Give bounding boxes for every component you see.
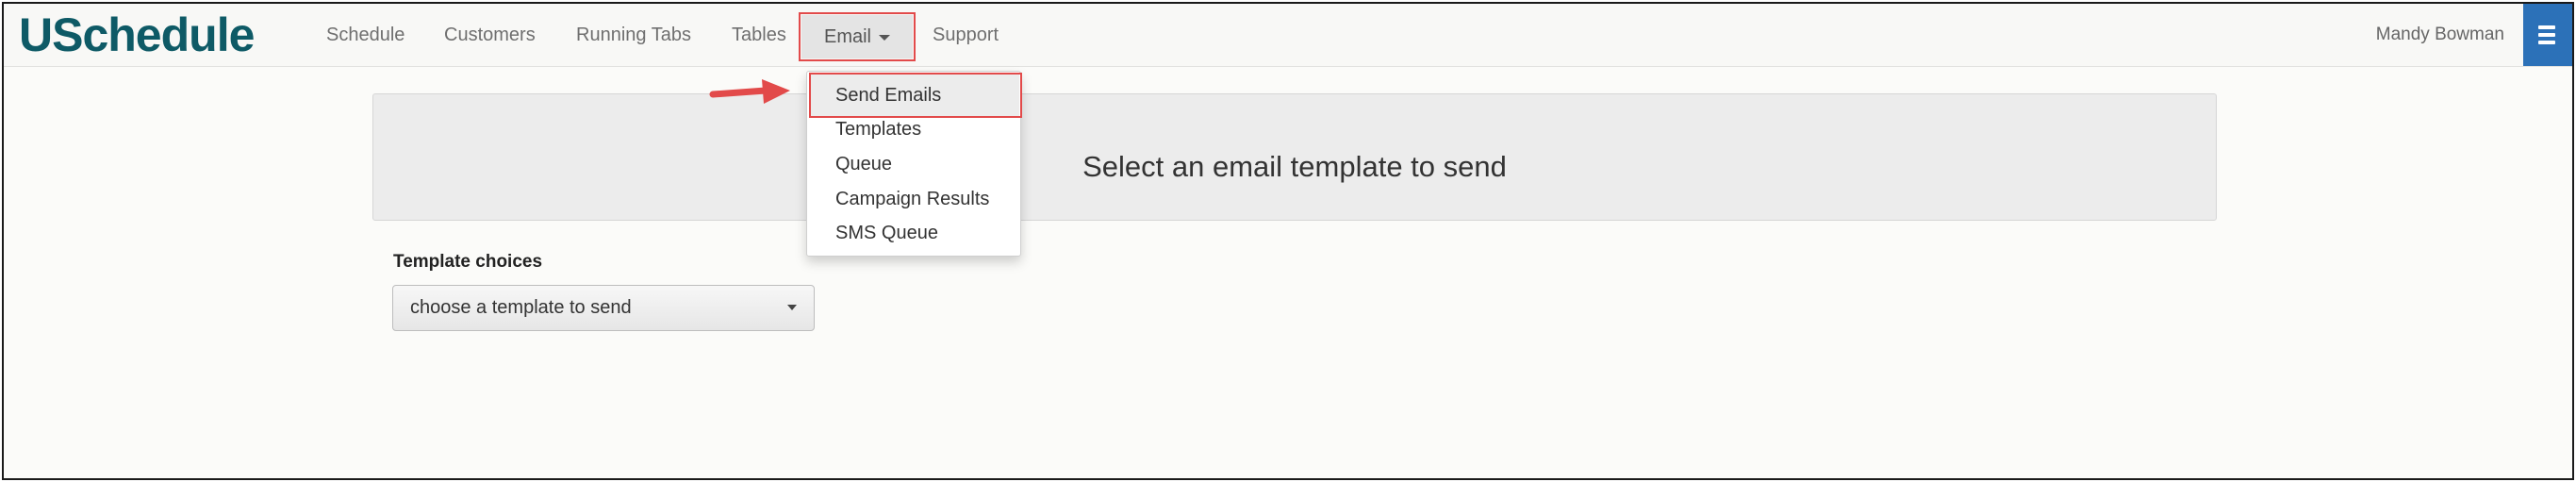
template-select[interactable]: choose a template to send xyxy=(392,285,815,331)
nav-email-label: Email xyxy=(823,26,871,47)
menu-item-campaign-results[interactable]: Campaign Results xyxy=(835,182,989,216)
nav-email-dropdown[interactable]: Email xyxy=(801,15,913,58)
menu-toggle-button[interactable] xyxy=(2523,4,2572,66)
page-title: Select an email template to send xyxy=(1082,150,1507,183)
menu-item-send-emails[interactable]: Send Emails xyxy=(835,78,941,112)
nav-schedule[interactable]: Schedule xyxy=(326,4,405,66)
hamburger-icon-bar xyxy=(2538,33,2555,37)
menu-item-queue[interactable]: Queue xyxy=(835,147,892,181)
top-navbar: USchedule Schedule Customers Running Tab… xyxy=(4,4,2572,67)
page-header-panel: Select an email template to send xyxy=(372,93,2217,221)
template-select-value: choose a template to send xyxy=(410,297,632,318)
app-window: USchedule Schedule Customers Running Tab… xyxy=(2,2,2574,480)
caret-down-icon xyxy=(787,305,797,310)
brand-logo[interactable]: USchedule xyxy=(19,6,255,64)
email-dropdown-menu: Send Emails Templates Queue Campaign Res… xyxy=(806,71,1022,257)
template-choices-label: Template choices xyxy=(393,252,543,272)
nav-support[interactable]: Support xyxy=(933,4,999,66)
menu-item-templates[interactable]: Templates xyxy=(835,112,921,146)
menu-item-sms-queue[interactable]: SMS Queue xyxy=(835,216,938,250)
nav-tables[interactable]: Tables xyxy=(732,4,786,66)
red-arrow-icon xyxy=(709,79,790,104)
nav-running-tabs[interactable]: Running Tabs xyxy=(576,4,691,66)
user-name[interactable]: Mandy Bowman xyxy=(2376,4,2504,66)
hamburger-icon-bar xyxy=(2538,41,2555,44)
caret-down-icon xyxy=(879,34,890,41)
nav-customers[interactable]: Customers xyxy=(444,4,536,66)
hamburger-icon xyxy=(2538,25,2555,29)
